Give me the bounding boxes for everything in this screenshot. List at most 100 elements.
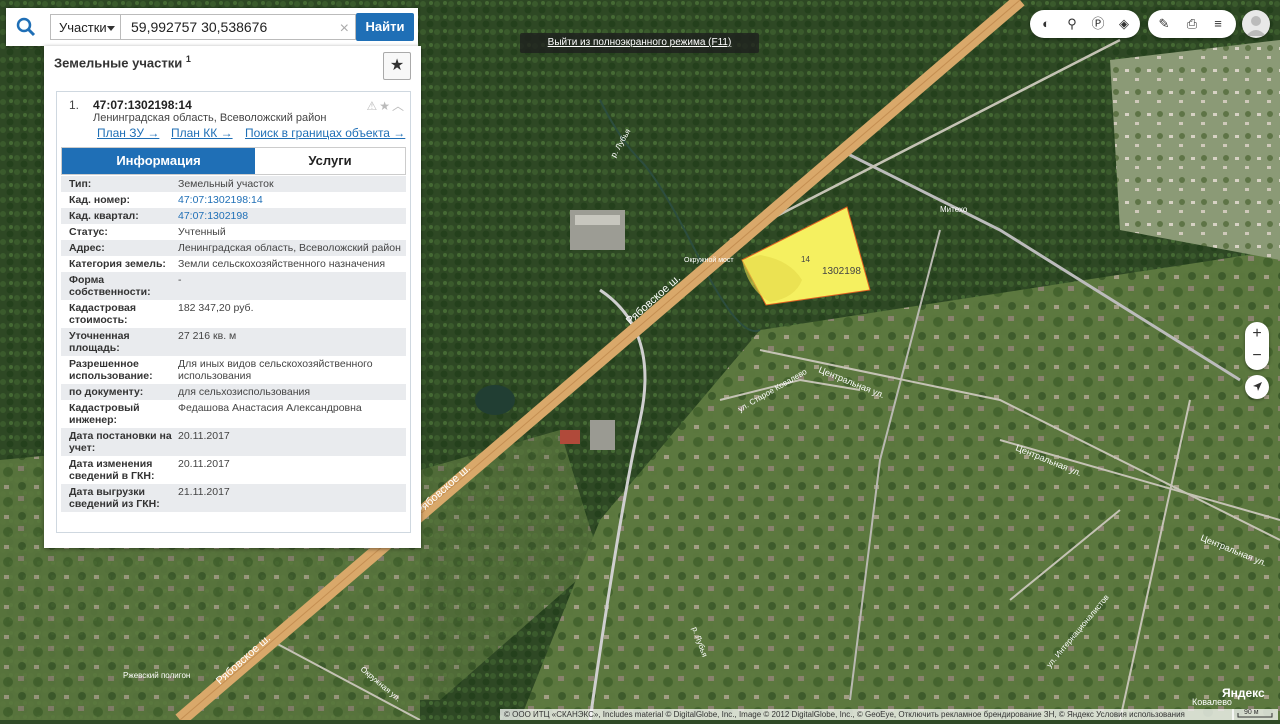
info-row: Кад. номер: 47:07:1302198:14 xyxy=(61,192,406,208)
scale-label: 90 м xyxy=(1244,709,1259,716)
exit-fullscreen-notice[interactable]: Выйти из полноэкранного режима (F11) xyxy=(520,33,759,53)
cadastral-number-title[interactable]: 47:07:1302198:14 xyxy=(93,98,192,112)
chevron-up-icon[interactable]: ︿ xyxy=(392,99,406,113)
map-scale: 90 м xyxy=(1232,709,1278,720)
search-icon[interactable] xyxy=(16,17,36,37)
route-icon[interactable]: ⚲ xyxy=(1062,14,1082,34)
info-row-key: Категория земель: xyxy=(69,258,166,270)
info-row: Разрешенное использование: Для иных видов… xyxy=(61,356,406,384)
info-row-value: - xyxy=(178,274,182,286)
info-row-value: Земли сельскохозяйственного назначения xyxy=(178,258,386,270)
result-count: 1 xyxy=(185,54,191,64)
zoom-control: + − xyxy=(1245,322,1269,370)
info-row-value: 27 216 кв. м xyxy=(178,330,237,342)
ruler-icon[interactable]: ✎ xyxy=(1154,14,1174,34)
info-row: Дата выгрузки сведений из ГКН: 21.11.2017 xyxy=(61,484,406,512)
info-row-key: по документу: xyxy=(69,386,144,398)
zoom-out-button[interactable]: − xyxy=(1245,344,1269,368)
info-row-value: 21.11.2017 xyxy=(178,486,230,498)
info-row-key: Адрес: xyxy=(69,242,105,254)
navigation-arrow-icon xyxy=(1253,382,1262,391)
chevron-down-icon xyxy=(107,26,115,31)
info-row-value: Земельный участок xyxy=(178,178,274,190)
info-row-value: Для иных видов сельскохозяйственного исп… xyxy=(178,358,373,382)
search-input[interactable]: 59,992757 30,538676 × xyxy=(120,14,356,40)
link-plan-zu[interactable]: План ЗУ → xyxy=(97,126,159,140)
info-row-value: Федашова Анастасия Александровна xyxy=(178,402,362,414)
parking-icon[interactable]: Ⓟ xyxy=(1088,14,1108,34)
info-row-value[interactable]: 47:07:1302198 xyxy=(174,210,403,222)
tab-information[interactable]: Информация xyxy=(62,148,255,174)
info-row-value: для сельхозиспользования xyxy=(178,386,311,398)
info-row: Дата изменения сведений в ГКН: 20.11.2017 xyxy=(61,456,406,484)
info-row-key: Форма собственности: xyxy=(69,274,151,298)
layers-icon[interactable]: ◐ xyxy=(1036,14,1056,34)
panel-title: Земельные участки 1 xyxy=(54,54,191,70)
map-layers-toolbar: ◐ ⚲ Ⓟ ◈ xyxy=(1030,10,1140,38)
info-table: Тип: Земельный участок Кад. номер: 47:07:13… xyxy=(61,176,406,512)
info-row-value: 20.11.2017 xyxy=(178,458,230,470)
info-row: по документу: для сельхозиспользования xyxy=(61,384,406,400)
info-row-key: Уточненная площадь: xyxy=(69,330,130,354)
parcel-sublabel: 14 xyxy=(801,255,810,264)
info-row: Кадастровый инженер: Федашова Анастасия А… xyxy=(61,400,406,428)
info-row: Дата постановки на учет: 20.11.2017 xyxy=(61,428,406,456)
info-row-key: Статус: xyxy=(69,226,108,238)
warning-icon[interactable]: ⚠ xyxy=(366,99,379,113)
menu-icon[interactable]: ≡ xyxy=(1208,14,1228,34)
user-icon xyxy=(1246,16,1266,36)
info-row: Кад. квартал: 47:07:1302198 xyxy=(61,208,406,224)
clear-icon[interactable]: × xyxy=(340,17,349,41)
search-bar: Участки 59,992757 30,538676 × Найти xyxy=(6,8,418,46)
panel-title-text: Земельные участки xyxy=(54,55,183,71)
poi-label-zhevsky: Ржевский полигон xyxy=(123,671,190,680)
bridge-label: Окружной мост xyxy=(684,256,734,264)
parcel-label: 1302198 xyxy=(822,266,861,277)
search-type-select[interactable]: Участки xyxy=(50,14,120,40)
stack-icon[interactable]: ◈ xyxy=(1114,14,1134,34)
link-search-in-bounds[interactable]: Поиск в границах объекта → xyxy=(245,126,405,140)
star-icon[interactable]: ★ xyxy=(379,99,392,113)
info-row-value: 182 347,20 руб. xyxy=(178,302,254,314)
info-row-key: Кад. номер: xyxy=(69,194,131,206)
info-row: Уточненная площадь: 27 216 кв. м xyxy=(61,328,406,356)
info-row: Тип: Земельный участок xyxy=(61,176,406,192)
map-tools-toolbar: ✎ ⎙ ≡ xyxy=(1148,10,1236,38)
info-row-value[interactable]: 47:07:1302198:14 xyxy=(174,194,403,206)
results-panel: Земельные участки 1 ★ 1. 47:07:1302198:1… xyxy=(44,46,421,548)
star-icon: ★ xyxy=(389,57,405,74)
yandex-logo: Яндекс xyxy=(1222,686,1265,700)
favorites-button[interactable]: ★ xyxy=(383,52,411,80)
info-row-key: Разрешенное использование: xyxy=(69,358,153,382)
search-type-label: Участки xyxy=(59,20,107,35)
print-icon[interactable]: ⎙ xyxy=(1182,14,1202,34)
search-input-value: 59,992757 30,538676 xyxy=(131,19,268,35)
info-row: Адрес: Ленинградская область, Всеволожски… xyxy=(61,240,406,256)
item-index: 1. xyxy=(69,98,80,112)
info-row-value: Учтенный xyxy=(178,226,226,238)
info-row-key: Кад. квартал: xyxy=(69,210,139,222)
info-row-key: Кадастровый инженер: xyxy=(69,402,140,426)
info-row-value: 20.11.2017 xyxy=(178,430,230,442)
info-row: Статус: Учтенный xyxy=(61,224,406,240)
info-row-value: Ленинградская область, Всеволожский райо… xyxy=(178,242,401,254)
zoom-in-button[interactable]: + xyxy=(1245,322,1269,346)
info-row-key: Дата изменения сведений в ГКН: xyxy=(69,458,155,482)
parcel-card: 1. 47:07:1302198:14 Ленинградская област… xyxy=(56,91,411,533)
attribution[interactable]: © ООО ИТЦ «СКАНЭКС», Includes material ©… xyxy=(500,709,1234,720)
info-row: Кадастровая стоимость: 182 347,20 руб. xyxy=(61,300,406,328)
info-row-key: Дата постановки на учет: xyxy=(69,430,172,454)
info-row-key: Дата выгрузки сведений из ГКН: xyxy=(69,486,160,510)
tabs: Информация Услуги xyxy=(61,147,406,175)
card-actions: ⚠★︿ xyxy=(366,97,406,114)
avatar[interactable] xyxy=(1242,10,1270,38)
info-row-key: Тип: xyxy=(69,178,92,190)
parcel-address: Ленинградская область, Всеволожский райо… xyxy=(93,112,327,124)
poi-label-mitekh: Митехо xyxy=(940,205,968,214)
link-plan-kk[interactable]: План КК → xyxy=(171,126,233,140)
info-row: Форма собственности: - xyxy=(61,272,406,300)
info-row: Категория земель: Земли сельскохозяйствен… xyxy=(61,256,406,272)
geolocation-button[interactable] xyxy=(1245,375,1269,399)
tab-services[interactable]: Услуги xyxy=(255,148,405,174)
find-button[interactable]: Найти xyxy=(356,13,414,41)
